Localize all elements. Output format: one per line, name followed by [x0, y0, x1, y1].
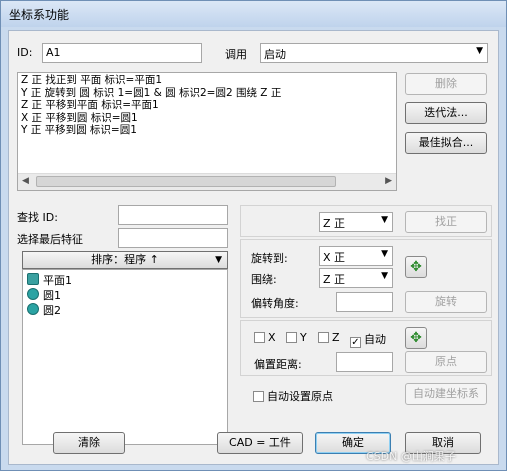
- chevron-down-icon: ▼: [381, 249, 388, 259]
- level-button[interactable]: 找正: [405, 211, 487, 233]
- offset-angle-input[interactable]: [336, 292, 393, 312]
- circle-feature-icon: [27, 303, 39, 315]
- scrollbar-thumb[interactable]: [36, 176, 336, 187]
- sort-label: 排序：程序 ↑: [91, 253, 159, 266]
- select-feature-cursor-icon[interactable]: ✥: [405, 327, 427, 349]
- offset-distance-input[interactable]: [336, 352, 393, 372]
- delete-button[interactable]: 删除: [405, 73, 487, 95]
- axis-y-checkbox[interactable]: Y: [286, 331, 307, 344]
- watermark-text: CSDN @山涧果子: [366, 450, 456, 463]
- alignment-command-list[interactable]: Z 正 找正到 平面 标识=平面1 Y 正 旋转到 圆 标识 1=圆1 & 圆 …: [17, 72, 397, 191]
- offset-distance-label: 偏置距离:: [254, 358, 302, 371]
- dialog-window: 坐标系功能 ID: A1 调用 启动 ▼ Z 正 找正到 平面 标识=平面1 Y…: [0, 0, 507, 471]
- circle-feature-icon: [27, 288, 39, 300]
- cad-equals-part-button[interactable]: CAD = 工件: [217, 432, 303, 454]
- feature-name: 平面1: [43, 274, 72, 287]
- window-title: 坐标系功能: [9, 8, 70, 22]
- axis-z-checkbox[interactable]: Z: [318, 331, 340, 344]
- command-line[interactable]: Y 正 旋转到 圆 标识 1=圆1 & 圆 标识2=圆2 围绕 Z 正: [21, 87, 393, 100]
- select-feature-cursor-icon[interactable]: ✥: [405, 256, 427, 278]
- level-axis-value: Z 正: [323, 217, 346, 230]
- rotate-to-value: X 正: [323, 251, 346, 264]
- origin-button[interactable]: 原点: [405, 351, 487, 373]
- invoke-value: 启动: [264, 48, 286, 61]
- level-axis-dropdown[interactable]: Z 正 ▼: [319, 212, 393, 232]
- around-dropdown[interactable]: Z 正 ▼: [319, 268, 393, 288]
- command-line[interactable]: X 正 平移到圆 标识=圆1: [21, 112, 393, 125]
- level-group: Z 正 ▼ 找正: [240, 205, 492, 237]
- command-line[interactable]: Z 正 平移到平面 标识=平面1: [21, 99, 393, 112]
- invoke-label: 调用: [225, 48, 247, 61]
- chevron-down-icon: ▼: [215, 255, 222, 265]
- scroll-left-icon[interactable]: ◀: [22, 176, 29, 186]
- plane-feature-icon: [27, 273, 39, 285]
- find-id-input[interactable]: [118, 205, 228, 225]
- feature-name: 圆1: [43, 289, 61, 302]
- chevron-down-icon: ▼: [476, 46, 483, 56]
- origin-group: X Y Z ✓ 自动 ✥ 偏置距离: 原点: [240, 320, 492, 376]
- auto-create-alignment-button[interactable]: 自动建坐标系: [405, 383, 487, 405]
- feature-list[interactable]: 平面1 圆1 圆2: [22, 269, 228, 445]
- best-fit-button[interactable]: 最佳拟合...: [405, 132, 487, 154]
- around-value: Z 正: [323, 273, 346, 286]
- horizontal-scrollbar[interactable]: ◀ ▶: [18, 173, 396, 190]
- checkbox-auto[interactable]: ✓: [350, 337, 361, 348]
- around-label: 围绕:: [251, 273, 277, 286]
- dialog-body: ID: A1 调用 启动 ▼ Z 正 找正到 平面 标识=平面1 Y 正 旋转到…: [8, 30, 499, 465]
- select-last-label: 选择最后特征: [17, 233, 83, 246]
- title-bar: 坐标系功能: [1, 1, 506, 27]
- chevron-down-icon: ▼: [381, 215, 388, 225]
- checkbox-x[interactable]: [254, 332, 265, 343]
- rotate-group: 旋转到: X 正 ▼ 围绕: Z 正 ▼ ✥ 偏转角度: 旋转: [240, 239, 492, 318]
- rotate-to-dropdown[interactable]: X 正 ▼: [319, 246, 393, 266]
- scroll-right-icon[interactable]: ▶: [385, 176, 392, 186]
- id-input[interactable]: A1: [42, 43, 202, 63]
- clear-button[interactable]: 清除: [53, 432, 125, 454]
- axis-x-checkbox[interactable]: X: [254, 331, 276, 344]
- rotate-button[interactable]: 旋转: [405, 291, 487, 313]
- offset-angle-label: 偏转角度:: [251, 297, 299, 310]
- id-label: ID:: [17, 46, 33, 59]
- chevron-down-icon: ▼: [381, 271, 388, 281]
- auto-set-origin-checkbox[interactable]: 自动设置原点: [253, 388, 333, 404]
- checkbox-auto-origin[interactable]: [253, 391, 264, 402]
- command-line[interactable]: Z 正 找正到 平面 标识=平面1: [21, 74, 393, 87]
- select-last-input[interactable]: [118, 228, 228, 248]
- list-item[interactable]: 平面1: [27, 273, 223, 288]
- command-line[interactable]: Y 正 平移到圆 标识=圆1: [21, 124, 393, 137]
- feature-name: 圆2: [43, 304, 61, 317]
- iterative-button[interactable]: 迭代法...: [405, 102, 487, 124]
- list-item[interactable]: 圆2: [27, 303, 223, 318]
- find-id-label: 查找 ID:: [17, 211, 58, 224]
- sort-header[interactable]: 排序：程序 ↑ ▼: [22, 251, 228, 269]
- invoke-dropdown[interactable]: 启动 ▼: [260, 43, 488, 63]
- list-item[interactable]: 圆1: [27, 288, 223, 303]
- checkbox-z[interactable]: [318, 332, 329, 343]
- rotate-to-label: 旋转到:: [251, 252, 288, 265]
- checkbox-y[interactable]: [286, 332, 297, 343]
- auto-checkbox[interactable]: ✓ 自动: [350, 331, 386, 348]
